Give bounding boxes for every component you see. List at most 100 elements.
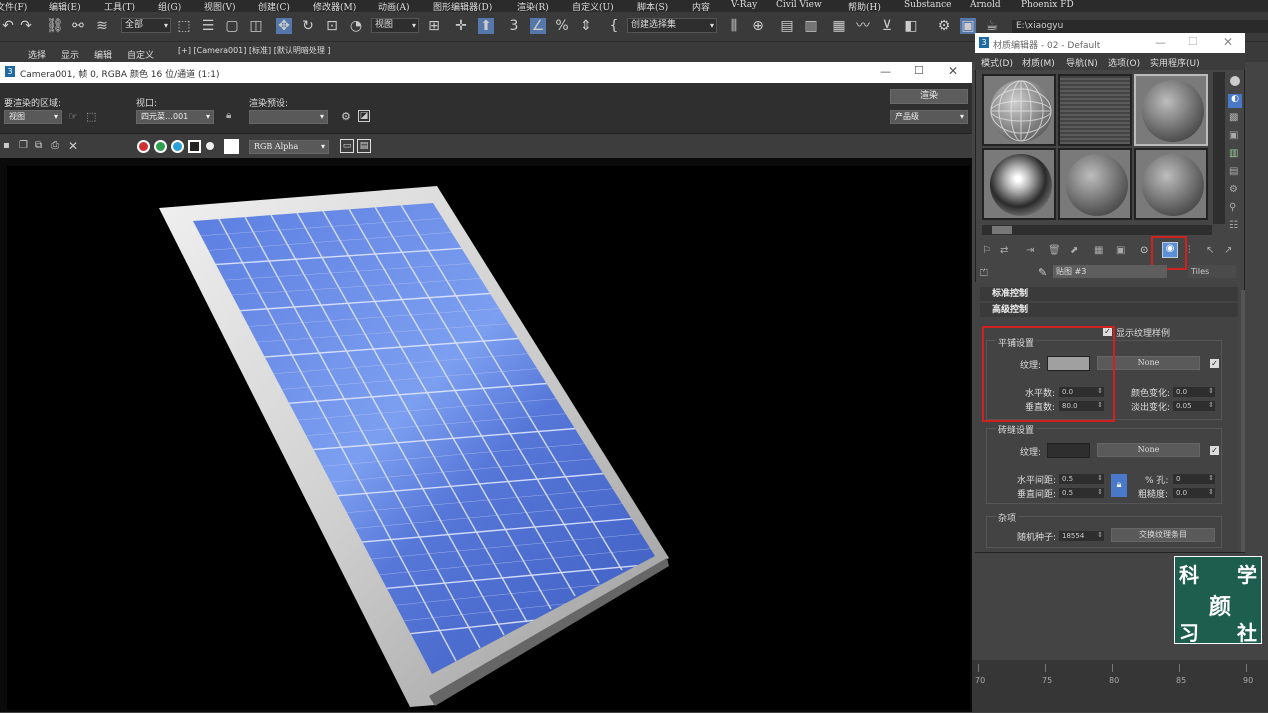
- rollout-standard-controls[interactable]: 标准控制: [980, 287, 1238, 301]
- sample-slot-1[interactable]: [982, 74, 1056, 146]
- toggle-ui-icon[interactable]: ▤: [357, 139, 371, 153]
- me-menu-options[interactable]: 选项(O): [1108, 56, 1140, 69]
- sample-slot-4[interactable]: [982, 148, 1056, 220]
- me-menu-material[interactable]: 材质(M): [1022, 56, 1055, 69]
- rough-spinner[interactable]: 0.0: [1173, 487, 1215, 498]
- reset-map-icon[interactable]: 🗑︎: [1048, 245, 1061, 256]
- material-editor-icon[interactable]: ◧: [903, 18, 919, 34]
- environment-icon[interactable]: ◪: [358, 110, 370, 122]
- go-to-parent-icon[interactable]: ↖: [1206, 245, 1214, 256]
- render-setup-small-icon[interactable]: ⚙: [341, 110, 351, 123]
- select-object-icon[interactable]: ⬚: [176, 18, 192, 34]
- map-type-button[interactable]: Tiles: [1188, 265, 1236, 278]
- rollout-scrollbar[interactable]: [1241, 290, 1245, 552]
- snaps-icon[interactable]: 3: [506, 18, 522, 34]
- menu-animation[interactable]: 动画(A): [378, 0, 410, 12]
- angle-snap-icon[interactable]: ∠: [530, 18, 546, 34]
- undo-icon[interactable]: ↶: [0, 18, 16, 34]
- mirror-icon[interactable]: ⫼: [726, 18, 742, 34]
- monochrome-icon[interactable]: [206, 142, 214, 150]
- video-check-icon[interactable]: ▥: [1229, 148, 1238, 159]
- ribbon-tab-select[interactable]: 选择: [28, 48, 46, 61]
- tiles-texture-enable-checkbox[interactable]: ✓: [1210, 359, 1219, 368]
- keyboard-shortcut-icon[interactable]: ⬆: [478, 18, 494, 34]
- rect-selection-icon[interactable]: ▢: [224, 18, 240, 34]
- curve-editor-icon[interactable]: 〰: [855, 18, 871, 34]
- ribbon-tab-edit[interactable]: 编辑: [94, 48, 112, 61]
- assign-material-icon[interactable]: ⇥: [1026, 245, 1034, 256]
- menu-modifiers[interactable]: 修改器(M): [313, 0, 356, 12]
- sample-slot-5[interactable]: [1058, 148, 1132, 220]
- sample-slot-2[interactable]: [1058, 74, 1132, 146]
- viewport-label[interactable]: [+] [Camera001] [标准] [默认明暗处理 ]: [178, 45, 331, 56]
- grout-texture-color[interactable]: [1047, 443, 1090, 458]
- named-selection-dropdown[interactable]: 创建选择集: [627, 18, 717, 33]
- go-forward-sibling-icon[interactable]: ↗: [1224, 245, 1232, 256]
- gap-lock-icon[interactable]: 🔒︎: [1111, 474, 1127, 497]
- me-menu-navigation[interactable]: 导航(N): [1066, 56, 1098, 69]
- close-icon[interactable]: ✕: [948, 64, 958, 78]
- clone-window-icon[interactable]: ⧉: [35, 140, 42, 151]
- scene-explorer-icon[interactable]: ▤: [779, 18, 795, 34]
- selection-filter-dropdown[interactable]: 全部: [121, 18, 171, 33]
- schematic-view-icon[interactable]: ⊻: [879, 18, 895, 34]
- rotate-icon[interactable]: ↻: [300, 18, 316, 34]
- print-icon[interactable]: ⎙: [51, 140, 59, 151]
- render-production-icon[interactable]: ☕: [984, 18, 1000, 34]
- menu-arnold[interactable]: Arnold: [970, 0, 1001, 10]
- link-icon[interactable]: ⛓: [46, 18, 64, 34]
- sample-type-icon[interactable]: [1230, 76, 1240, 86]
- uv-tiling-icon[interactable]: ▣: [1229, 130, 1238, 141]
- unlink-icon[interactable]: ⚯: [70, 18, 86, 34]
- render-preset-dropdown[interactable]: [249, 110, 328, 124]
- background-icon[interactable]: ▩: [1229, 112, 1238, 123]
- menu-views[interactable]: 视图(V): [204, 0, 236, 12]
- get-material-icon[interactable]: ⚐: [982, 245, 991, 256]
- color-variance-spinner[interactable]: 0.0: [1173, 386, 1215, 397]
- pick-material-icon[interactable]: ⏍: [980, 268, 988, 279]
- area-to-render-dropdown[interactable]: 视图: [4, 110, 62, 124]
- select-by-name-icon[interactable]: ☰: [200, 18, 216, 34]
- menu-edit[interactable]: 编辑(E): [49, 0, 81, 12]
- swap-texture-button[interactable]: 交换纹理条目: [1111, 528, 1215, 542]
- minimize-icon[interactable]: —: [880, 65, 891, 78]
- vert-gap-spinner[interactable]: 0.5: [1059, 487, 1104, 498]
- menu-graph-editors[interactable]: 图形编辑器(D): [433, 0, 492, 12]
- window-crossing-icon[interactable]: ◫: [248, 18, 264, 34]
- menu-scripting[interactable]: 脚本(S): [637, 0, 668, 12]
- options-icon[interactable]: ⚙: [1229, 184, 1238, 195]
- menu-group[interactable]: 组(G): [158, 0, 181, 12]
- ribbon-tab-customize[interactable]: 自定义: [127, 48, 154, 61]
- project-path[interactable]: E:\xiaogyu: [1012, 20, 1268, 33]
- menu-civil-view[interactable]: Civil View: [776, 0, 822, 10]
- swatch-color[interactable]: [224, 139, 239, 154]
- minimize-icon[interactable]: —: [1155, 36, 1166, 49]
- redo-icon[interactable]: ↷: [18, 18, 34, 34]
- maximize-icon[interactable]: ☐: [914, 64, 924, 77]
- backlight-icon[interactable]: ◐: [1228, 94, 1242, 108]
- menu-rendering[interactable]: 渲染(R): [517, 0, 549, 12]
- fade-variance-spinner[interactable]: 0.05: [1173, 400, 1215, 411]
- green-channel-icon[interactable]: [154, 140, 167, 153]
- edit-region-icon[interactable]: ⬚: [86, 110, 96, 123]
- menu-phoenix[interactable]: Phoenix FD: [1021, 0, 1074, 10]
- eyedropper-icon[interactable]: ✎: [1038, 266, 1047, 279]
- menu-customize[interactable]: 自定义(U): [572, 0, 614, 12]
- menu-tools[interactable]: 工具(T): [104, 0, 135, 12]
- me-menu-utilities[interactable]: 实用程序(U): [1150, 56, 1200, 69]
- menu-content[interactable]: 内容: [692, 0, 710, 12]
- material-map-navigator-icon[interactable]: ☷: [1229, 220, 1238, 231]
- map-name-field[interactable]: 贴图 #3: [1053, 265, 1167, 278]
- output-quality-dropdown[interactable]: 产品级: [890, 110, 968, 124]
- ribbon-tab-display[interactable]: 显示: [61, 48, 79, 61]
- viewport-select-dropdown[interactable]: 四元菜…001: [136, 110, 214, 124]
- move-icon[interactable]: ✥: [276, 18, 292, 34]
- select-manipulate-icon[interactable]: ✛: [453, 18, 469, 34]
- toggle-ui-overlay-icon[interactable]: ▭: [340, 139, 354, 153]
- align-icon[interactable]: ⊕: [750, 18, 766, 34]
- make-preview-icon[interactable]: ▤: [1229, 166, 1238, 177]
- sample-slot-3[interactable]: [1134, 74, 1208, 146]
- sample-slot-6[interactable]: [1134, 148, 1208, 220]
- rollout-advanced-controls[interactable]: 高级控制: [980, 303, 1238, 317]
- percent-snap-icon[interactable]: %: [554, 18, 570, 34]
